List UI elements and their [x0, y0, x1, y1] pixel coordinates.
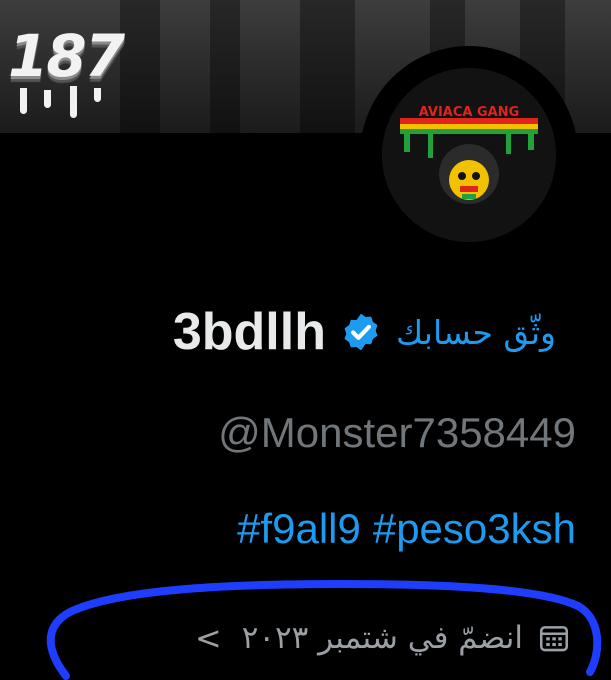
avatar-logo-text: AVIACA GANG	[419, 105, 520, 120]
profile-avatar[interactable]: AVIACA GANG	[360, 46, 578, 264]
drip-decoration	[70, 86, 77, 118]
joined-date-text: انضمّ في شتمبر ٢٠٢٣	[241, 620, 523, 656]
avatar-image: AVIACA GANG	[382, 68, 556, 242]
drip-decoration	[44, 90, 51, 108]
profile-name-row: 3bdllh وثّق حسابك	[173, 300, 556, 364]
banner-graffiti-text: 187	[8, 22, 125, 90]
calendar-icon	[537, 621, 571, 655]
joined-date-row[interactable]: < انضمّ في شتمبر ٢٠٢٣	[195, 614, 571, 662]
drip-decoration	[94, 88, 101, 102]
profile-bio: #f9all9 #peso3ksh	[237, 508, 576, 550]
drip-decoration	[20, 88, 27, 114]
verified-badge-icon[interactable]	[340, 311, 382, 353]
chevron-left-icon[interactable]: <	[195, 619, 222, 657]
display-name: 3bdllh	[172, 303, 326, 361]
hashtag-link[interactable]: #f9all9	[237, 508, 361, 550]
hashtag-link[interactable]: #peso3ksh	[373, 508, 576, 550]
avatar-logo: AVIACA GANG	[382, 68, 556, 242]
username-handle: @Monster7358449	[218, 409, 576, 456]
get-verified-link[interactable]: وثّق حسابك	[396, 313, 556, 352]
